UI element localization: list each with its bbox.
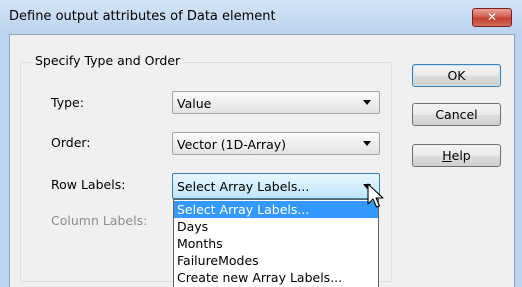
help-button[interactable]: Help [412, 144, 501, 167]
dialog-window: Define output attributes of Data element… [0, 0, 522, 287]
title-bar[interactable]: Define output attributes of Data element… [0, 0, 522, 34]
help-mnemonic: H [442, 148, 452, 163]
dialog-title: Define output attributes of Data element [9, 9, 276, 24]
dropdown-option[interactable]: Days [174, 218, 378, 235]
order-select-value: Vector (1D-Array) [177, 137, 287, 152]
row-labels-dropdown-list: Select Array Labels... Days Months Failu… [173, 199, 379, 287]
type-label: Type: [51, 95, 84, 110]
group-legend: Specify Type and Order [31, 53, 185, 68]
chevron-down-icon [363, 141, 371, 146]
ok-button[interactable]: OK [412, 64, 501, 87]
row-labels-label: Row Labels: [51, 177, 126, 192]
close-button[interactable]: ✕ [472, 8, 512, 27]
type-select[interactable]: Value [172, 91, 380, 114]
type-select-value: Value [177, 96, 212, 111]
row-labels-select-value: Select Array Labels... [177, 179, 310, 194]
cancel-button-label: Cancel [435, 107, 478, 122]
order-label: Order: [51, 135, 91, 150]
dropdown-option[interactable]: Create new Array Labels... [174, 269, 378, 286]
order-select[interactable]: Vector (1D-Array) [172, 132, 380, 155]
close-icon: ✕ [486, 10, 498, 24]
cancel-button[interactable]: Cancel [412, 103, 501, 126]
dropdown-option[interactable]: Months [174, 235, 378, 252]
help-button-label: elp [451, 148, 471, 163]
row-labels-select[interactable]: Select Array Labels... [172, 173, 380, 199]
column-labels-label: Column Labels: [51, 213, 148, 228]
dropdown-option[interactable]: FailureModes [174, 252, 378, 269]
ok-button-label: OK [447, 68, 466, 83]
mouse-pointer-icon [367, 183, 384, 208]
dropdown-option[interactable]: Select Array Labels... [174, 201, 378, 218]
chevron-down-icon [363, 100, 371, 105]
